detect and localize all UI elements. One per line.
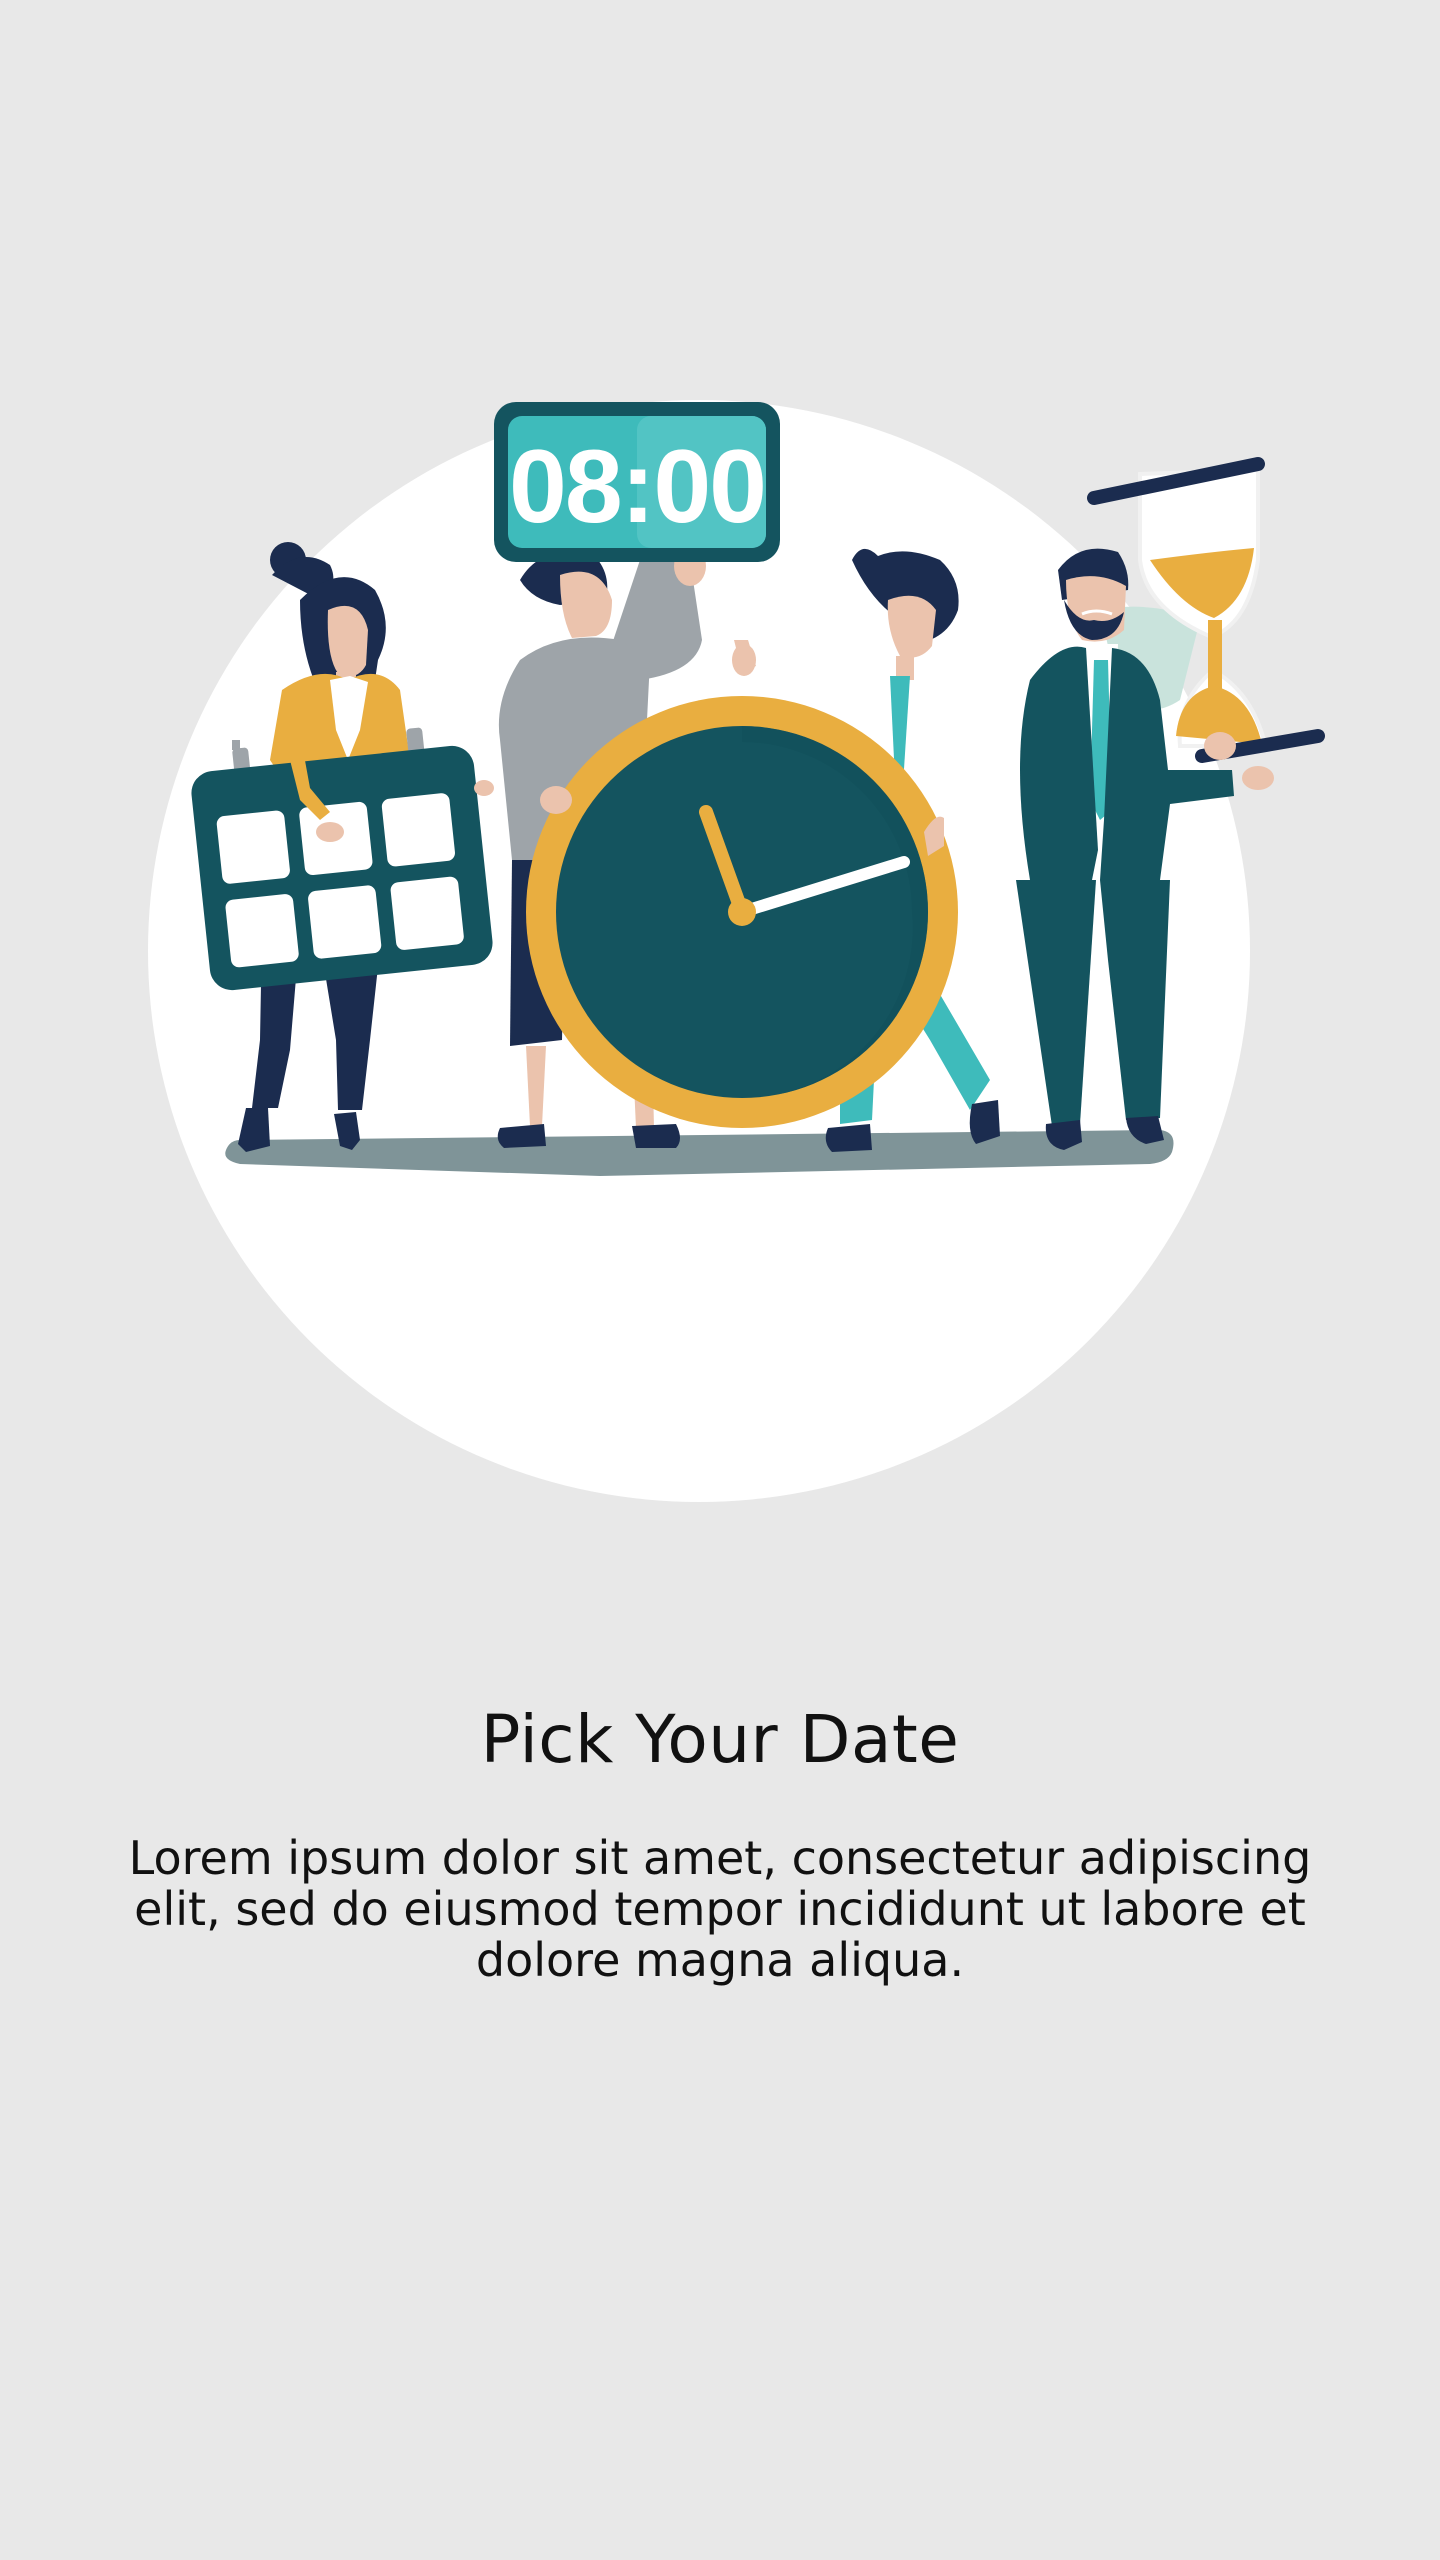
page-title: Pick Your Date	[480, 1701, 960, 1778]
big-clock-icon	[526, 696, 958, 1128]
woman-with-calendar	[191, 542, 494, 1152]
time-management-illustration: 08:00	[191, 402, 1325, 1176]
businessman-with-hourglass	[1016, 457, 1325, 1150]
page-description: Lorem ipsum dolor sit amet, consectetur …	[128, 1831, 1312, 1987]
digital-clock-icon: 08:00	[494, 402, 780, 562]
digital-clock-text: 08:00	[509, 429, 765, 545]
floor-shadow	[225, 1130, 1174, 1176]
calendar-icon	[191, 727, 493, 991]
